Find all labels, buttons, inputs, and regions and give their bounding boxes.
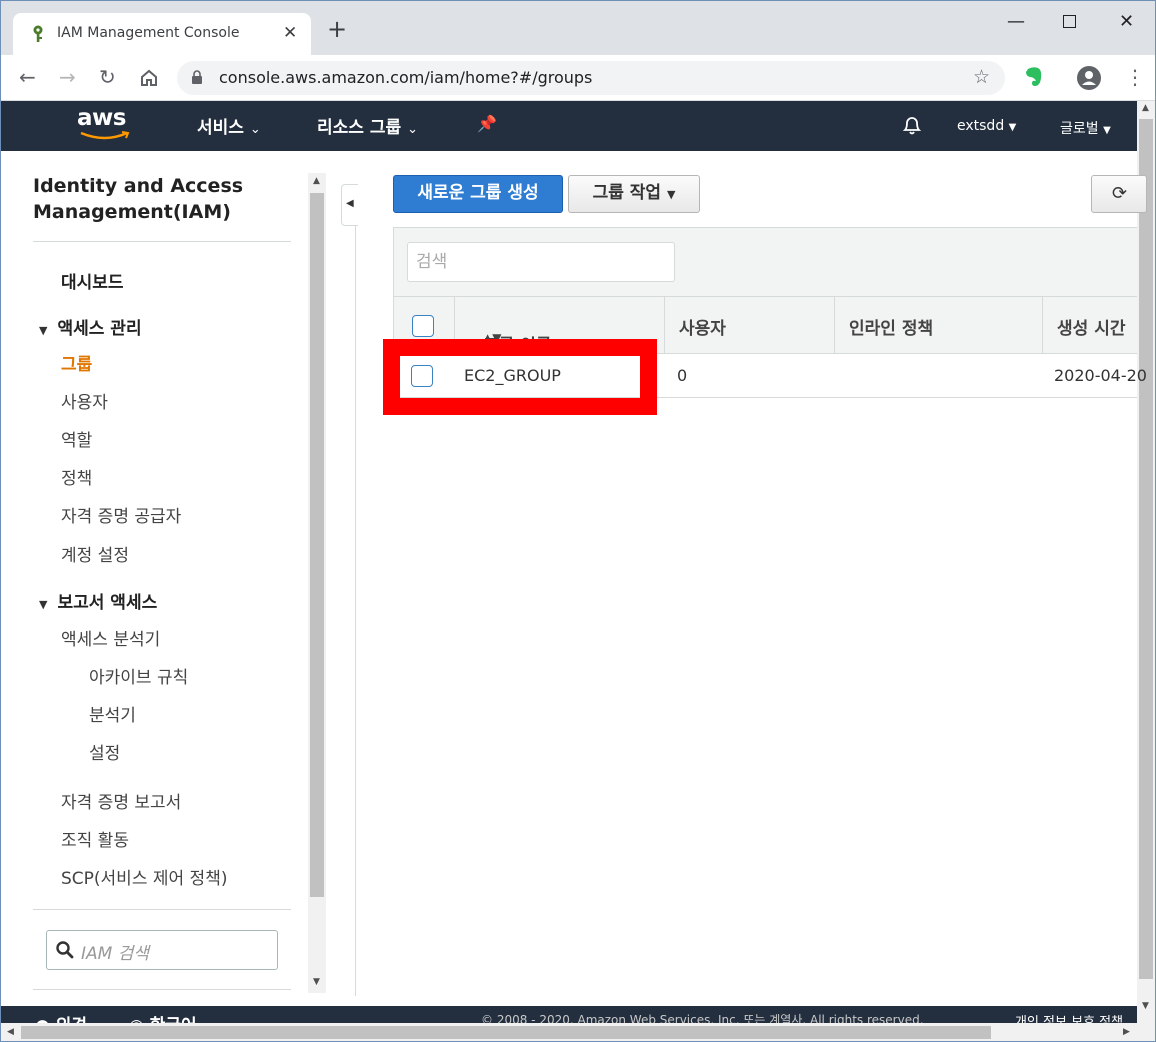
region-menu[interactable]: 글로벌 ▼ (1060, 118, 1111, 138)
divider (33, 989, 291, 990)
close-tab-icon[interactable]: ✕ (283, 23, 297, 43)
reload-icon[interactable]: ↻ (99, 65, 116, 89)
sidebar-item-settings[interactable]: 설정 (89, 739, 120, 764)
aws-footer: ● 의견 ◉ 한국어 © 2008 - 2020, Amazon Web Ser… (1, 1006, 1137, 1024)
tab-strip: IAM Management Console ✕ + — ✕ (1, 1, 1155, 55)
home-icon[interactable] (139, 68, 159, 88)
sidebar-item-scp[interactable]: SCP(서비스 제어 정책) (61, 864, 227, 889)
resource-groups-label: 리소스 그룹 (317, 118, 402, 138)
select-all-checkbox[interactable] (412, 315, 434, 337)
forward-icon[interactable]: → (59, 65, 76, 89)
caret-down-icon: ▼ (1103, 125, 1111, 136)
column-creation-time[interactable]: 생성 시간 (1042, 297, 1138, 355)
browser-menu-icon[interactable]: ⋮ (1125, 65, 1145, 89)
sidebar-item-identity-providers[interactable]: 자격 증명 공급자 (61, 502, 181, 527)
section-label: 액세스 관리 (57, 319, 142, 339)
sidebar-item-roles[interactable]: 역할 (61, 426, 92, 451)
sidebar-title: Identity and Access Management(IAM) (33, 175, 244, 223)
iam-sidebar: Identity and Access Management(IAM) 대시보드… (1, 151, 327, 1006)
column-users[interactable]: 사용자 (664, 297, 834, 355)
scroll-down-icon[interactable]: ▼ (1142, 1001, 1149, 1011)
refresh-icon: ⟳ (1112, 183, 1128, 204)
sidebar-item-credential-report[interactable]: 자격 증명 보고서 (61, 788, 181, 813)
content-divider (355, 226, 356, 996)
resource-groups-menu[interactable]: 리소스 그룹 ⌄ (317, 113, 418, 138)
browser-window: IAM Management Console ✕ + — ✕ ← → ↻ con… (0, 0, 1156, 1042)
iam-search-input[interactable]: IAM 검색 (46, 930, 278, 970)
creation-time-cell: 2020-04-20 (1054, 366, 1147, 385)
sidebar-scrollbar[interactable]: ▲ ▼ (308, 173, 326, 993)
address-bar[interactable]: console.aws.amazon.com/iam/home?#/groups… (177, 61, 1005, 95)
evernote-icon[interactable] (1023, 65, 1045, 89)
divider (33, 909, 291, 910)
sidebar-section-access-reports[interactable]: ▼ 보고서 액세스 (39, 588, 157, 613)
url-text: console.aws.amazon.com/iam/home?#/groups (219, 68, 593, 87)
refresh-button[interactable]: ⟳ (1091, 175, 1147, 213)
region-label: 글로벌 (1060, 121, 1099, 137)
group-actions-label: 그룹 작업 (592, 183, 662, 203)
new-tab-icon[interactable]: + (327, 17, 347, 41)
bell-icon[interactable] (901, 113, 923, 137)
column-label: 인라인 정책 (849, 319, 934, 339)
pin-icon[interactable]: 📌 (477, 114, 497, 133)
caret-down-icon: ▼ (1008, 122, 1017, 133)
scroll-right-icon[interactable]: ▶ (1123, 1027, 1130, 1037)
sidebar-item-policies[interactable]: 정책 (61, 464, 92, 489)
caret-down-icon: ▼ (666, 188, 676, 201)
close-window-icon[interactable]: ✕ (1119, 11, 1134, 32)
profile-avatar-icon[interactable] (1077, 66, 1101, 90)
caret-down-icon: ▼ (39, 324, 48, 337)
horizontal-scrollbar[interactable]: ◀ ▶ (1, 1023, 1155, 1041)
caret-left-icon: ◀ (346, 198, 354, 209)
chevron-down-icon: ⌄ (407, 122, 419, 137)
sidebar-item-analyzers[interactable]: 분석기 (89, 701, 136, 726)
account-label: extsdd (957, 118, 1005, 134)
sidebar-item-groups[interactable]: 그룹 (61, 350, 92, 375)
scroll-thumb[interactable] (21, 1026, 991, 1039)
chevron-down-icon: ⌄ (249, 122, 261, 137)
create-group-button[interactable]: 새로운 그룹 생성 (393, 175, 563, 213)
services-menu[interactable]: 서비스 ⌄ (197, 113, 261, 138)
user-count: 0 (677, 366, 688, 385)
bookmark-star-icon[interactable]: ☆ (973, 66, 990, 88)
sidebar-item-access-analyzer[interactable]: 액세스 분석기 (61, 625, 160, 650)
group-filter-input[interactable] (407, 242, 675, 282)
divider (33, 241, 291, 242)
maximize-icon[interactable] (1063, 15, 1076, 28)
column-label: 생성 시간 (1057, 319, 1126, 339)
aws-navbar: aws 서비스 ⌄ 리소스 그룹 ⌄ 📌 extsdd ▼ 글로벌 ▼ (1, 101, 1137, 151)
scroll-thumb[interactable] (310, 193, 324, 897)
group-actions-button[interactable]: 그룹 작업 ▼ (568, 175, 700, 213)
aws-logo[interactable]: aws (77, 105, 130, 140)
lock-icon (192, 70, 202, 84)
sidebar-item-users[interactable]: 사용자 (61, 388, 108, 413)
services-label: 서비스 (197, 118, 244, 138)
browser-toolbar: ← → ↻ console.aws.amazon.com/iam/home?#/… (1, 55, 1155, 101)
scroll-left-icon[interactable]: ◀ (7, 1027, 14, 1037)
sidebar-item-archive-rules[interactable]: 아카이브 규칙 (89, 663, 188, 688)
browser-tab[interactable]: IAM Management Console ✕ (13, 13, 311, 55)
page-scrollbar[interactable]: ▲ ▼ (1137, 101, 1155, 1023)
collapse-sidebar-button[interactable]: ◀ (341, 184, 358, 226)
sidebar-item-account-settings[interactable]: 계정 설정 (61, 541, 129, 566)
scroll-down-icon[interactable]: ▼ (313, 977, 320, 987)
minimize-icon[interactable]: — (1007, 11, 1025, 32)
column-inline-policy[interactable]: 인라인 정책 (834, 297, 1042, 355)
sidebar-item-dashboard[interactable]: 대시보드 (61, 268, 124, 293)
key-icon (33, 25, 43, 42)
search-placeholder: IAM 검색 (81, 944, 149, 964)
back-icon[interactable]: ← (19, 65, 36, 89)
scroll-up-icon[interactable]: ▲ (1142, 103, 1149, 113)
account-menu[interactable]: extsdd ▼ (957, 118, 1016, 134)
sidebar-item-organization-activity[interactable]: 조직 활동 (61, 826, 129, 851)
search-icon (56, 941, 74, 959)
scroll-thumb[interactable] (1139, 119, 1153, 979)
scroll-up-icon[interactable]: ▲ (313, 176, 320, 186)
section-label: 보고서 액세스 (57, 593, 158, 613)
column-label: 사용자 (679, 319, 726, 339)
sidebar-section-access-management[interactable]: ▼ 액세스 관리 (39, 314, 142, 339)
highlight-box (383, 339, 657, 415)
tab-title: IAM Management Console (57, 25, 240, 41)
caret-down-icon: ▼ (39, 598, 48, 611)
